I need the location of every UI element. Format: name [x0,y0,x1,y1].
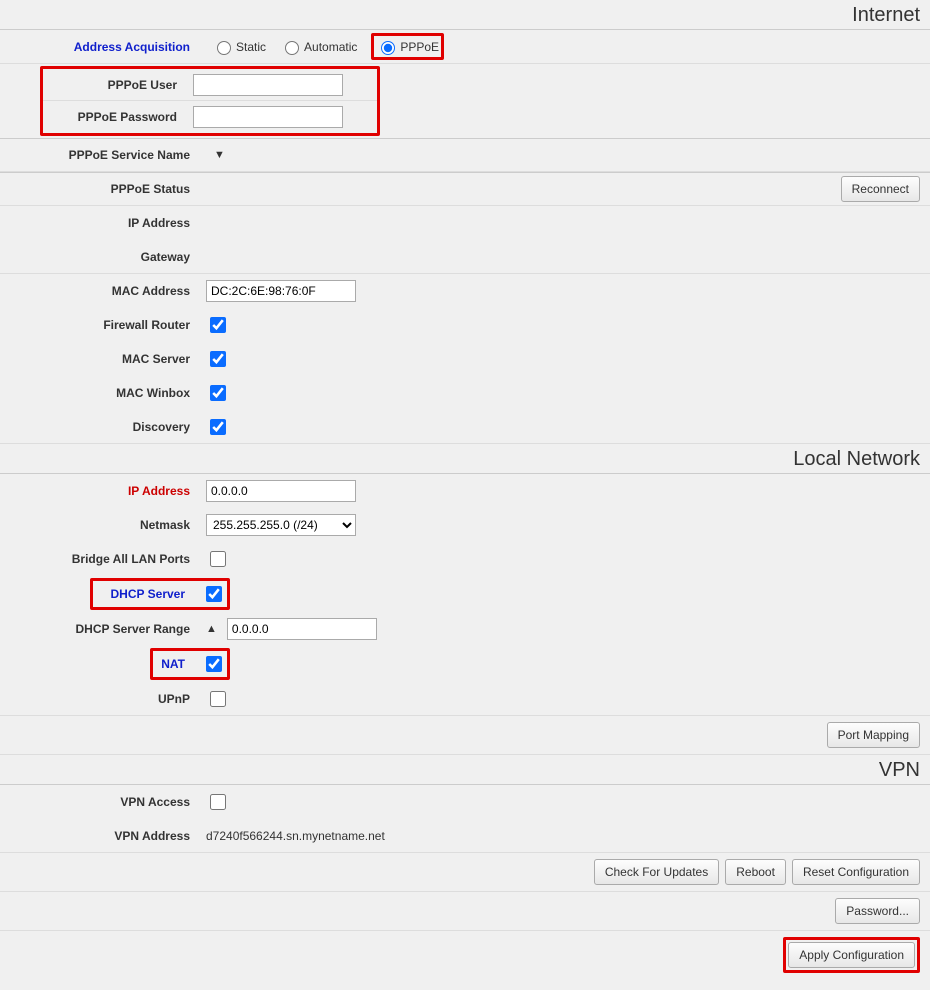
dhcp-range-input[interactable] [227,618,377,640]
highlight-nat: NAT [150,648,230,680]
netmask-label: Netmask [10,518,200,532]
bridge-lan-label: Bridge All LAN Ports [10,552,200,566]
row-netmask: Netmask 255.255.255.0 (/24) [0,508,930,542]
reset-configuration-button[interactable]: Reset Configuration [792,859,920,885]
password-button[interactable]: Password... [835,898,920,924]
row-vpn-access: VPN Access [0,785,930,819]
mac-winbox-label: MAC Winbox [10,386,200,400]
chevron-down-icon: ▼ [214,149,225,161]
radio-automatic[interactable]: Automatic [280,38,357,55]
section-title-local: Local Network [0,444,930,474]
row-ip-address-local: IP Address [0,474,930,508]
dhcp-range-label: DHCP Server Range [10,622,200,636]
row-mac-server: MAC Server [0,342,930,376]
address-acquisition-label: Address Acquisition [10,40,200,54]
reconnect-button[interactable]: Reconnect [841,176,920,202]
section-title-internet: Internet [0,0,930,30]
row-upnp: UPnP [0,682,930,716]
pppoe-password-label: PPPoE Password [47,110,187,124]
row-vpn-address: VPN Address d7240f566244.sn.mynetname.ne… [0,819,930,853]
reboot-button[interactable]: Reboot [725,859,786,885]
row-nat: NAT [0,646,930,682]
row-pppoe-status: PPPoE Status Reconnect [0,172,930,206]
pppoe-status-label: PPPoE Status [10,182,200,196]
radio-static-input[interactable] [217,41,231,55]
radio-automatic-input[interactable] [285,41,299,55]
firewall-router-label: Firewall Router [10,318,200,332]
row-pppoe-service-name[interactable]: PPPoE Service Name ▼ [0,138,930,172]
port-mapping-button[interactable]: Port Mapping [827,722,920,748]
address-acquisition-radios: Static Automatic PPPoE [206,33,444,60]
radio-pppoe[interactable]: PPPoE [376,38,439,55]
highlight-pppoe-radio: PPPoE [371,33,444,60]
pppoe-password-input[interactable] [193,106,343,128]
chevron-up-icon: ▲ [206,623,217,635]
discovery-label: Discovery [10,420,200,434]
row-discovery: Discovery [0,410,930,444]
bridge-lan-checkbox[interactable] [210,551,226,567]
row-pppoe-password: PPPoE Password [43,101,377,133]
row-bridge-lan: Bridge All LAN Ports [0,542,930,576]
highlight-apply: Apply Configuration [783,937,920,973]
pppoe-user-input[interactable] [193,74,343,96]
upnp-label: UPnP [10,692,200,706]
nat-checkbox[interactable] [206,656,222,672]
mac-winbox-checkbox[interactable] [210,385,226,401]
section-title-vpn: VPN [0,755,930,785]
row-main-actions: Check For Updates Reboot Reset Configura… [0,853,930,892]
row-apply: Apply Configuration [0,931,930,979]
row-mac-winbox: MAC Winbox [0,376,930,410]
vpn-address-label: VPN Address [10,829,200,843]
check-for-updates-button[interactable]: Check For Updates [594,859,719,885]
row-port-mapping: Port Mapping [0,716,930,755]
row-firewall-router: Firewall Router [0,308,930,342]
row-ip-address-internet: IP Address [0,206,930,240]
upnp-checkbox[interactable] [210,691,226,707]
highlight-pppoe-credentials: PPPoE User PPPoE Password [40,66,380,136]
row-password: Password... [0,892,930,931]
nat-label: NAT [155,657,195,671]
mac-address-label: MAC Address [10,284,200,298]
ip-address-local-label: IP Address [10,484,200,498]
radio-static[interactable]: Static [212,38,266,55]
gateway-label: Gateway [10,250,200,264]
vpn-access-label: VPN Access [10,795,200,809]
mac-address-input[interactable] [206,280,356,302]
row-address-acquisition: Address Acquisition Static Automatic PPP… [0,30,930,64]
pppoe-user-label: PPPoE User [47,78,187,92]
pppoe-service-name-label: PPPoE Service Name [10,148,200,162]
vpn-access-checkbox[interactable] [210,794,226,810]
radio-pppoe-input[interactable] [381,41,395,55]
row-dhcp-server: DHCP Server [0,576,930,612]
highlight-dhcp-server: DHCP Server [90,578,230,610]
dhcp-server-checkbox[interactable] [206,586,222,602]
apply-configuration-button[interactable]: Apply Configuration [788,942,915,968]
discovery-checkbox[interactable] [210,419,226,435]
row-gateway: Gateway [0,240,930,274]
ip-address-internet-label: IP Address [10,216,200,230]
ip-address-local-input[interactable] [206,480,356,502]
row-dhcp-range[interactable]: DHCP Server Range ▲ [0,612,930,646]
row-mac-address: MAC Address [0,274,930,308]
mac-server-checkbox[interactable] [210,351,226,367]
vpn-address-value: d7240f566244.sn.mynetname.net [206,829,385,843]
netmask-select[interactable]: 255.255.255.0 (/24) [206,514,356,536]
dhcp-server-label: DHCP Server [95,587,195,601]
mac-server-label: MAC Server [10,352,200,366]
firewall-router-checkbox[interactable] [210,317,226,333]
row-pppoe-user: PPPoE User [43,69,377,101]
